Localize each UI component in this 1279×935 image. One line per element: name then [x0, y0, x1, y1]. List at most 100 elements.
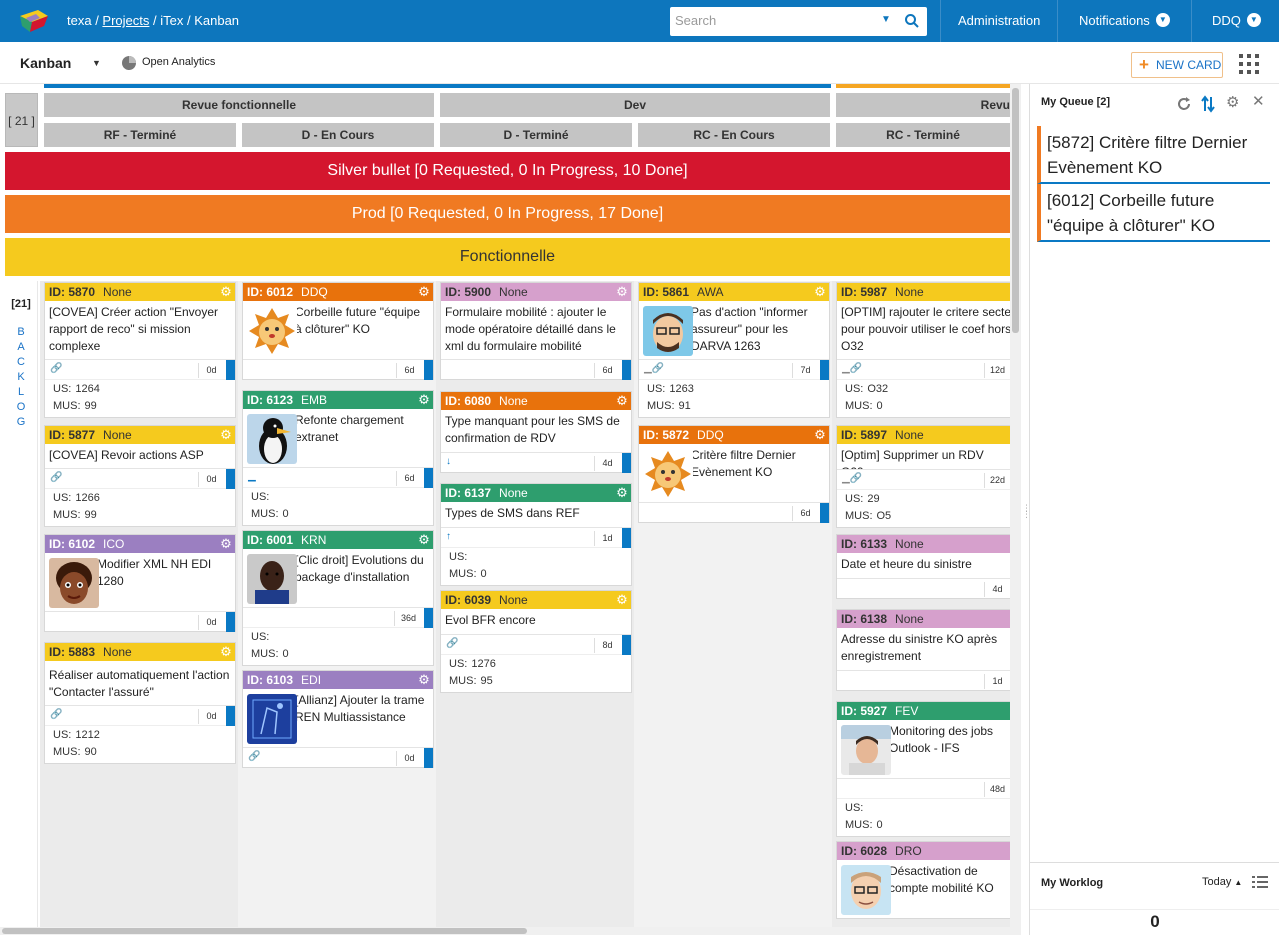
- group-header-revue-client[interactable]: Revu: [836, 93, 1010, 117]
- texa-logo[interactable]: [18, 8, 50, 34]
- backlog-lane[interactable]: [21] B A C K L O G: [5, 281, 38, 935]
- swimlane-prod[interactable]: Prod [0 Requested, 0 In Progress, 17 Don…: [5, 195, 1010, 233]
- card-days: 48d: [984, 782, 1010, 797]
- kanban-card[interactable]: ID: 6103 EDI ⚙ [Allianz] Ajouter la trame …: [242, 670, 434, 768]
- kanban-card[interactable]: ID: 5870 None ⚙ [COVEA] Créer action "Envo…: [44, 282, 236, 418]
- card-id: ID: 5870: [49, 285, 96, 299]
- breadcrumb-page: Kanban: [194, 13, 240, 28]
- search-scope-dropdown-icon[interactable]: ▼: [881, 14, 891, 25]
- kanban-card[interactable]: ID: 6001 KRN ⚙ [Clic droit] Evolutions du …: [242, 530, 434, 666]
- sort-icon[interactable]: [1200, 95, 1216, 113]
- gear-icon[interactable]: ⚙: [415, 671, 433, 689]
- kanban-card[interactable]: ID: 5897 None [Optim] Supprimer un RDV O2…: [836, 425, 1010, 528]
- scrollbar-thumb[interactable]: [2, 928, 527, 934]
- apps-grid-icon[interactable]: [1239, 54, 1259, 74]
- swimlane-silver-bullet[interactable]: Silver bullet [0 Requested, 0 In Progres…: [5, 152, 1010, 190]
- panel-resize-handle[interactable]: ⋮ ⋮: [1022, 504, 1031, 525]
- kanban-card[interactable]: ID: 6138 None Adresse du sinistre KO aprè…: [836, 609, 1010, 691]
- kanban-card[interactable]: ID: 6137 None ⚙ Types de SMS dans REF ↑ 1d …: [440, 483, 632, 586]
- gear-icon[interactable]: ⚙: [613, 283, 631, 301]
- column-header-d-en-cours[interactable]: D - En Cours: [242, 123, 434, 147]
- gear-icon[interactable]: ⚙: [415, 283, 433, 301]
- gear-icon[interactable]: ⚙: [217, 643, 235, 661]
- kanban-card[interactable]: ID: 6039 None ⚙ Evol BFR encore 🔗 8d US: 127…: [440, 590, 632, 693]
- column-header-rf-termine[interactable]: RF - Terminé: [44, 123, 236, 147]
- search-icon[interactable]: [904, 13, 920, 29]
- notifications-menu[interactable]: Notifications ▼: [1079, 13, 1170, 28]
- kanban-card[interactable]: ID: 6102 ICO ⚙ Modifier XML NH EDI 1280 0d: [44, 534, 236, 632]
- queue-item[interactable]: [6012] Corbeille future "équipe à clôtur…: [1037, 184, 1270, 242]
- chevron-down-icon[interactable]: ▼: [92, 58, 101, 68]
- pie-chart-icon[interactable]: [121, 55, 137, 71]
- kanban-card[interactable]: ID: 5877 None ⚙ [COVEA] Revoir actions ASP…: [44, 425, 236, 527]
- gear-icon[interactable]: ⚙: [415, 391, 433, 409]
- gear-icon[interactable]: ⚙: [613, 392, 631, 410]
- card-footer: 6d: [441, 359, 631, 380]
- settings-gear-icon[interactable]: ⚙: [1226, 93, 1239, 111]
- card-id: ID: 6102: [49, 537, 96, 551]
- kanban-card[interactable]: ID: 6028 DRO Désactivation de compte mobi…: [836, 841, 1010, 919]
- gear-icon[interactable]: ⚙: [217, 535, 235, 553]
- gear-icon[interactable]: ⚙: [217, 283, 235, 301]
- breadcrumb-org[interactable]: texa: [67, 13, 92, 28]
- mus-value: 95: [480, 675, 493, 687]
- kanban-card[interactable]: ID: 5861 AWA ⚙ Pas d'action "informer assu…: [638, 282, 830, 418]
- card-footer: 6d: [639, 502, 829, 523]
- board-selector-label[interactable]: Kanban: [20, 55, 71, 71]
- scrollbar-thumb[interactable]: [1012, 88, 1019, 333]
- card-meta: US: 1276 MUS: 95: [441, 654, 631, 692]
- close-icon[interactable]: ✕: [1252, 92, 1265, 110]
- list-icon[interactable]: [1252, 875, 1268, 889]
- card-owner: ICO: [103, 537, 125, 551]
- backlog-letter: C: [17, 356, 25, 368]
- gear-icon[interactable]: ⚙: [613, 484, 631, 502]
- gear-icon[interactable]: ⚙: [811, 283, 829, 301]
- group-header-dev[interactable]: Dev: [440, 93, 830, 117]
- queue-item[interactable]: [5872] Critère filtre Dernier Evènement …: [1037, 126, 1270, 184]
- administration-link[interactable]: Administration: [958, 13, 1040, 28]
- kanban-card[interactable]: ID: 5872 DDQ ⚙ Critère filtre Dernier Evèn…: [638, 425, 830, 523]
- card-days: 22d: [984, 473, 1010, 488]
- card-id: ID: 6039: [445, 593, 492, 607]
- column-header-rc-termine[interactable]: RC - Terminé: [836, 123, 1010, 147]
- column-header-rc-en-cours[interactable]: RC - En Cours: [638, 123, 830, 147]
- us-value: 1266: [75, 492, 100, 504]
- kanban-card[interactable]: ID: 6012 DDQ ⚙ Corbeille future "équipe à …: [242, 282, 434, 380]
- card-days: 6d: [792, 506, 818, 521]
- kanban-card[interactable]: ID: 6133 None Date et heure du sinistre 4…: [836, 534, 1010, 599]
- card-header: ID: 6012 DDQ ⚙: [243, 283, 433, 301]
- card-footer: ↑ 1d: [441, 527, 631, 548]
- mus-label: MUS:: [449, 568, 477, 580]
- us-label: US:: [53, 492, 72, 504]
- card-status-bar: [820, 503, 829, 523]
- worklog-period-selector[interactable]: Today ▲: [1202, 876, 1242, 888]
- kanban-card[interactable]: ID: 5987 None [OPTIM] rajouter le critere…: [836, 282, 1010, 418]
- swimlane-fonctionnelle[interactable]: Fonctionnelle: [5, 238, 1010, 276]
- breadcrumb-projects-link[interactable]: Projects: [102, 13, 149, 28]
- open-analytics-link[interactable]: Open Analytics: [142, 56, 215, 68]
- kanban-card[interactable]: ID: 5883 None ⚙ Réaliser automatiquement l…: [44, 642, 236, 764]
- card-id: ID: 6138: [841, 612, 888, 626]
- kanban-card[interactable]: ID: 5900 None ⚙ Formulaire mobilité : ajou…: [440, 282, 632, 380]
- gear-icon[interactable]: ⚙: [613, 591, 631, 609]
- search-input[interactable]: [675, 13, 875, 28]
- group-header-revue-fonctionnelle[interactable]: Revue fonctionnelle: [44, 93, 434, 117]
- card-status-bar: [226, 360, 235, 380]
- card-owner: None: [895, 612, 924, 626]
- user-menu[interactable]: DDQ ▼: [1212, 13, 1261, 28]
- gear-icon[interactable]: ⚙: [811, 426, 829, 444]
- refresh-icon[interactable]: [1176, 96, 1192, 112]
- card-footer: 0d: [45, 611, 235, 632]
- column-header-d-termine[interactable]: D - Terminé: [440, 123, 632, 147]
- breadcrumb-separator: /: [149, 13, 161, 28]
- kanban-card[interactable]: ID: 6080 None ⚙ Type manquant pour les SMS…: [440, 391, 632, 473]
- kanban-card[interactable]: ID: 5927 FEV Monitoring des jobs Outlook …: [836, 701, 1010, 837]
- us-value: O32: [867, 383, 889, 395]
- new-card-button[interactable]: + NEW CARD: [1131, 52, 1223, 78]
- breadcrumb-project[interactable]: iTex: [160, 13, 183, 28]
- priority-link-icon: ▁🔗: [644, 363, 665, 374]
- kanban-card[interactable]: ID: 6123 EMB ⚙ Refonte chargement extranet…: [242, 390, 434, 526]
- gear-icon[interactable]: ⚙: [415, 531, 433, 549]
- gear-icon[interactable]: ⚙: [217, 426, 235, 444]
- us-label: US:: [845, 383, 864, 395]
